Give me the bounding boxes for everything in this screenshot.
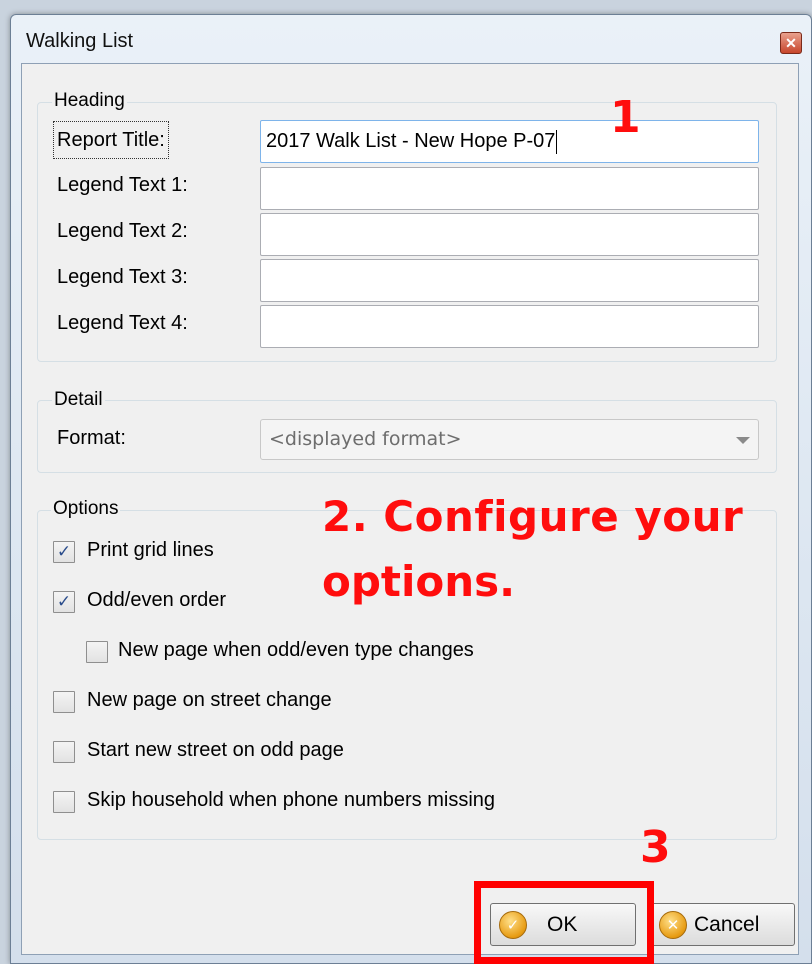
legend-text-2-input[interactable] [260, 213, 759, 256]
x-circle-icon: ✕ [659, 911, 687, 939]
print-grid-lines-checkbox[interactable]: ✓ [53, 541, 75, 563]
options-group-label: Options [51, 498, 121, 520]
format-dropdown[interactable]: <displayed format> [260, 419, 759, 460]
annotation-step-1: 1 [610, 92, 641, 143]
report-title-input[interactable]: 2017 Walk List - New Hope P-07 [260, 120, 759, 163]
cancel-button[interactable]: ✕ Cancel [651, 903, 795, 946]
legend-text-1-input[interactable] [260, 167, 759, 210]
start-new-street-odd-label: Start new street on odd page [87, 739, 344, 761]
legend-text-4-label: Legend Text 4: [57, 312, 188, 334]
new-page-street-change-checkbox[interactable] [53, 691, 75, 713]
close-button[interactable]: ✕ [780, 32, 802, 54]
annotation-step-3: 3 [640, 822, 671, 873]
odd-even-order-label: Odd/even order [87, 589, 226, 611]
legend-text-4-input[interactable] [260, 305, 759, 348]
legend-text-3-input[interactable] [260, 259, 759, 302]
format-label: Format: [57, 427, 126, 449]
print-grid-lines-label: Print grid lines [87, 539, 214, 561]
format-selected-value: <displayed format> [269, 428, 462, 450]
heading-group-label: Heading [52, 90, 127, 112]
check-icon: ✓ [56, 592, 72, 612]
legend-text-3-label: Legend Text 3: [57, 266, 188, 288]
close-icon: ✕ [785, 35, 797, 51]
ok-highlight-box [474, 881, 654, 964]
skip-household-label: Skip household when phone numbers missin… [87, 789, 496, 811]
skip-household-checkbox[interactable] [53, 791, 75, 813]
cancel-button-label: Cancel [694, 913, 760, 936]
text-caret [556, 129, 558, 154]
report-title-value: 2017 Walk List - New Hope P-07 [266, 130, 556, 152]
annotation-step-2-line-1: 2. Configure your [322, 492, 744, 541]
new-page-odd-even-label: New page when odd/even type changes [118, 639, 474, 661]
window-title: Walking List [26, 30, 134, 52]
chevron-down-icon [736, 437, 750, 444]
new-page-odd-even-checkbox[interactable] [86, 641, 108, 663]
annotation-step-2-line-2: options. [322, 557, 516, 606]
report-title-label: Report Title: [53, 121, 169, 159]
start-new-street-odd-checkbox[interactable] [53, 741, 75, 763]
detail-group-label: Detail [52, 389, 105, 411]
legend-text-1-label: Legend Text 1: [57, 174, 188, 196]
new-page-street-change-label: New page on street change [87, 689, 332, 711]
legend-text-2-label: Legend Text 2: [57, 220, 188, 242]
check-icon: ✓ [56, 542, 72, 562]
odd-even-order-checkbox[interactable]: ✓ [53, 591, 75, 613]
